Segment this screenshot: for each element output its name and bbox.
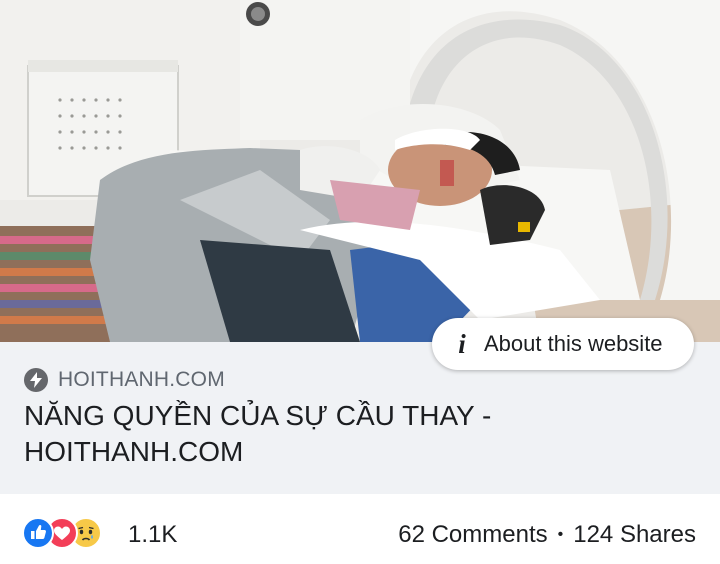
about-this-website-button[interactable]: i About this website xyxy=(432,318,694,370)
bolt-icon xyxy=(24,368,48,392)
reaction-count[interactable]: 1.1K xyxy=(128,521,177,549)
like-icon xyxy=(22,517,54,549)
link-domain-row: HOITHANH.COM xyxy=(24,368,225,392)
stats-separator: • xyxy=(557,526,564,543)
scanner-photo xyxy=(0,0,720,342)
about-this-website-label: About this website xyxy=(484,331,663,356)
shares-count[interactable]: 124 Shares xyxy=(573,521,696,549)
comments-count[interactable]: 62 Comments xyxy=(398,521,547,549)
post-stats: 62 Comments • 124 Shares xyxy=(398,521,696,549)
reaction-icons[interactable] xyxy=(22,517,132,549)
post-photo[interactable] xyxy=(0,0,720,342)
info-icon: i xyxy=(458,328,466,359)
reactions-bar: 1.1K 62 Comments • 124 Shares xyxy=(0,494,720,564)
link-domain: HOITHANH.COM xyxy=(58,368,225,391)
link-title[interactable]: NĂNG QUYỀN CỦA SỰ CẦU THAY - HOITHANH.CO… xyxy=(24,398,624,470)
